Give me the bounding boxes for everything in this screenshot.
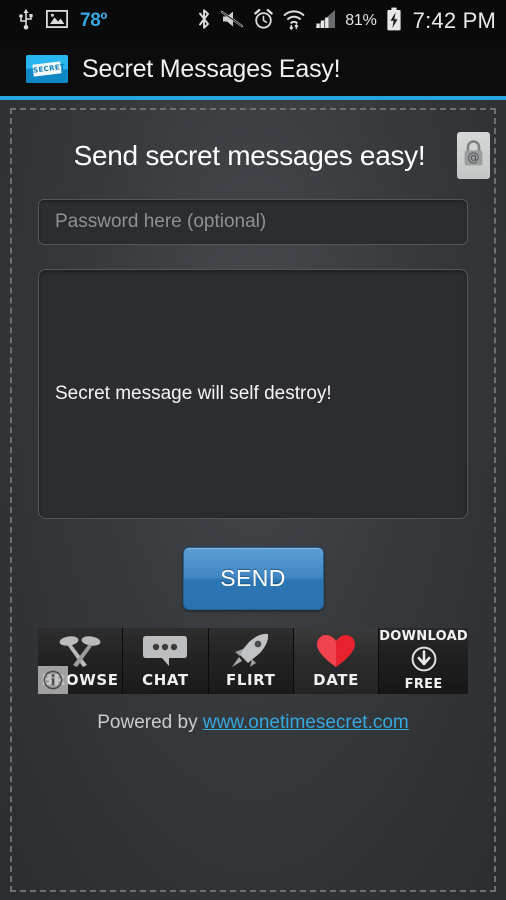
main-content: Send secret messages easy! @ Password he… — [10, 108, 496, 892]
volume-mute-icon — [220, 9, 244, 34]
heart-icon — [294, 628, 378, 673]
ad-banner[interactable]: BROWSE CHAT FLIRT DATE DOWNLOAD FREE — [38, 628, 468, 694]
status-bar-right: 81% 7:42 PM — [197, 7, 496, 36]
image-icon — [45, 9, 69, 33]
ad-cell-download[interactable]: DOWNLOAD FREE — [379, 628, 468, 694]
svg-text:@: @ — [468, 150, 480, 164]
message-textarea[interactable]: Secret message will self destroy! — [38, 269, 468, 519]
message-text: Secret message will self destroy! — [55, 383, 332, 404]
secret-envelope-icon: SECRET — [26, 55, 68, 83]
lock-at-button[interactable]: @ — [457, 132, 490, 179]
app-bar: SECRET Secret Messages Easy! — [0, 42, 506, 96]
wifi-icon — [283, 8, 305, 35]
send-button-row: SEND — [38, 547, 468, 610]
cellular-signal-icon — [314, 9, 336, 34]
send-button[interactable]: SEND — [182, 547, 324, 610]
headline-row: Send secret messages easy! @ — [38, 132, 490, 179]
alarm-clock-icon — [253, 8, 274, 35]
ad-label-date: DATE — [313, 671, 359, 689]
download-arrow-icon — [411, 646, 437, 677]
password-input[interactable]: Password here (optional) — [38, 199, 468, 245]
ad-label-flirt: FLIRT — [225, 671, 276, 689]
clock-label: 7:42 PM — [412, 8, 496, 33]
app-root: 78º 81% 7:42 PM SECRET Secret Messages E… — [0, 0, 506, 900]
ad-cell-flirt[interactable]: FLIRT — [208, 628, 294, 694]
download-label: DOWNLOAD — [379, 629, 468, 645]
battery-charging-icon — [386, 7, 402, 36]
ad-info-badge[interactable] — [38, 666, 68, 694]
password-placeholder: Password here (optional) — [55, 211, 267, 232]
padlock-at-icon: @ — [462, 138, 485, 173]
powered-by-text: Powered by www.onetimesecret.com — [38, 712, 468, 734]
bluetooth-icon — [197, 8, 211, 35]
powered-by-prefix: Powered by — [97, 712, 203, 733]
rocket-icon — [209, 628, 293, 673]
app-title: Secret Messages Easy! — [82, 54, 341, 83]
battery-percent-label: 81% — [345, 12, 377, 29]
app-icon-stamp-label: SECRET — [32, 61, 66, 77]
ad-label-chat: CHAT — [142, 671, 189, 689]
temperature-label: 78º — [80, 10, 108, 31]
accent-divider — [0, 96, 506, 100]
free-label: FREE — [404, 676, 443, 692]
speech-bubble-icon — [123, 628, 207, 673]
status-bar: 78º 81% 7:42 PM — [0, 0, 506, 42]
ad-cell-chat[interactable]: CHAT — [123, 628, 209, 694]
page-title: Send secret messages easy! — [73, 139, 426, 171]
ad-cell-date[interactable]: DATE — [293, 628, 380, 694]
usb-icon — [18, 8, 34, 35]
status-bar-left: 78º — [18, 8, 107, 35]
onetimesecret-link[interactable]: www.onetimesecret.com — [203, 712, 409, 733]
